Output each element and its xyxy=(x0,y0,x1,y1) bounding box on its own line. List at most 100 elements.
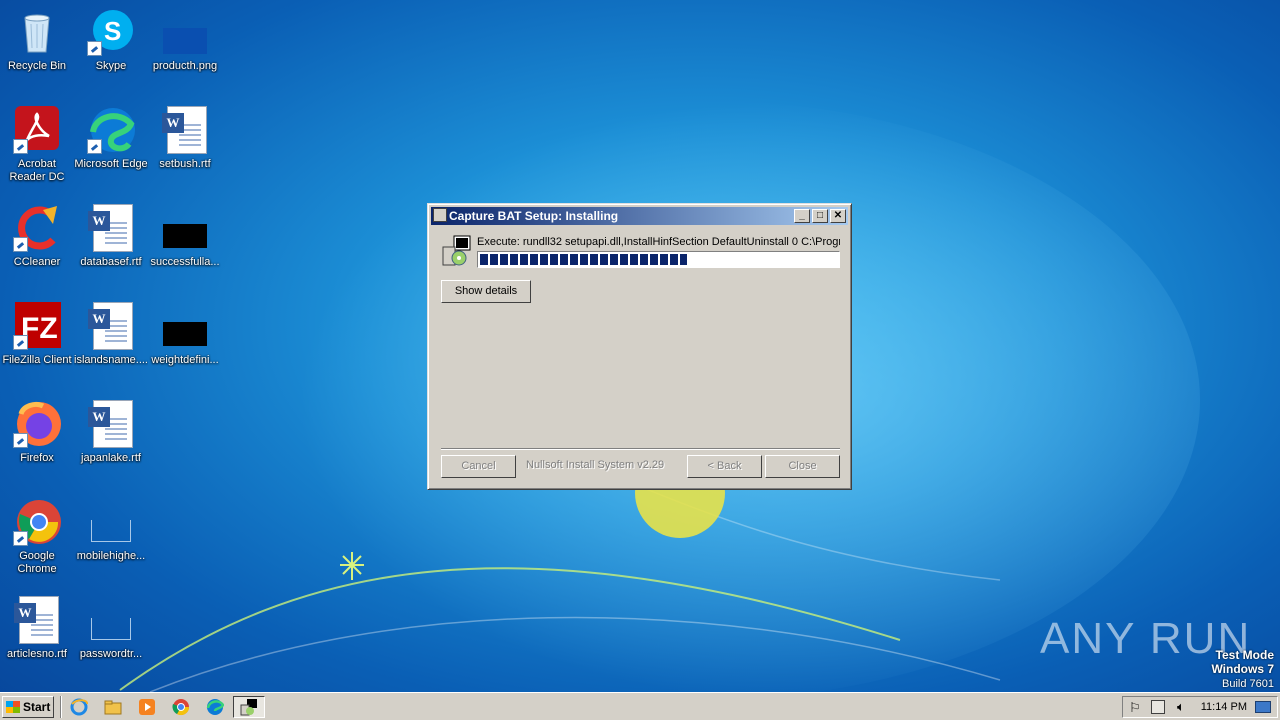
word-document-icon: W xyxy=(161,106,209,154)
desktop-icon-acrobat[interactable]: Acrobat Reader DC xyxy=(0,106,74,184)
os-name-label: Windows 7 xyxy=(1211,662,1274,676)
desktop-icon-passwordtr[interactable]: passwordtr... xyxy=(74,596,148,661)
minimize-button[interactable]: _ xyxy=(794,209,810,223)
word-document-icon: W xyxy=(87,400,135,448)
desktop-icon-ccleaner[interactable]: CCleaner xyxy=(0,204,74,269)
nsis-branding: Nullsoft Install System v2.29 xyxy=(526,459,665,471)
desktop-icon-japanlake[interactable]: W japanlake.rtf xyxy=(74,400,148,465)
desktop-icon-databasef[interactable]: W databasef.rtf xyxy=(74,204,148,269)
network-icon[interactable] xyxy=(1151,700,1165,714)
desktop-icon-weightdefini[interactable]: weightdefini... xyxy=(148,302,222,367)
volume-icon[interactable]: 🔈︎ xyxy=(1177,699,1185,715)
desktop-icon-recycle-bin[interactable]: Recycle Bin xyxy=(0,8,74,73)
word-document-icon: W xyxy=(87,204,135,252)
chrome-taskbar-icon[interactable] xyxy=(172,698,190,716)
icon-label: islandsname.... xyxy=(74,354,148,366)
anyrun-watermark: ANY RUN xyxy=(1040,610,1249,668)
icon-label: Firefox xyxy=(20,452,54,464)
blank-file-icon xyxy=(87,596,135,644)
desktop-icon-mobilehighe[interactable]: mobilehighe... xyxy=(74,498,148,563)
shortcut-arrow-icon xyxy=(87,41,102,56)
recycle-bin-icon xyxy=(13,8,61,56)
icon-label: mobilehighe... xyxy=(76,550,146,562)
installer-icon xyxy=(442,235,472,267)
dialog-titlebar[interactable]: Capture BAT Setup: Installing _ □ ✕ xyxy=(431,207,848,225)
installer-dialog: Capture BAT Setup: Installing _ □ ✕ Exec… xyxy=(427,203,852,490)
acrobat-reader-icon xyxy=(13,106,61,154)
icon-label: Google Chrome xyxy=(17,550,57,575)
ie-icon[interactable] xyxy=(70,698,88,716)
desktop-icon-skype[interactable]: S Skype xyxy=(74,8,148,73)
progress-fill xyxy=(480,254,687,265)
shortcut-arrow-icon xyxy=(13,531,28,546)
blank-file-icon xyxy=(87,498,135,546)
show-details-button[interactable]: Show details xyxy=(441,280,531,303)
firefox-icon xyxy=(13,400,61,448)
edge-taskbar-icon[interactable] xyxy=(206,698,225,716)
word-document-icon: W xyxy=(13,596,61,644)
icon-label: Recycle Bin xyxy=(7,60,67,72)
desktop-icon-successfulla[interactable]: successfulla... xyxy=(148,204,222,269)
build-label: Build 7601 xyxy=(1222,678,1274,690)
icon-label: FileZilla Client xyxy=(2,354,72,366)
desktop-icon-islandsname[interactable]: W islandsname.... xyxy=(74,302,148,367)
icon-label: Microsoft Edge xyxy=(74,158,148,170)
icon-label: japanlake.rtf xyxy=(81,452,141,464)
start-button[interactable]: Start xyxy=(2,696,54,718)
image-file-icon xyxy=(161,8,209,56)
footer-separator xyxy=(441,448,840,450)
icon-label: databasef.rtf xyxy=(80,256,142,268)
dialog-title: Capture BAT Setup: Installing xyxy=(449,209,619,223)
ccleaner-icon xyxy=(13,204,61,252)
install-status-text: Execute: rundll32 setupapi.dll,InstallHi… xyxy=(477,236,840,248)
desktop-icon-filezilla[interactable]: FZ FileZilla Client xyxy=(0,302,74,367)
file-explorer-icon[interactable] xyxy=(104,698,122,716)
icon-label: weightdefini... xyxy=(151,354,219,366)
icon-label: CCleaner xyxy=(13,256,61,268)
installer-app-icon xyxy=(433,208,447,222)
start-label: Start xyxy=(23,700,51,714)
maximize-button[interactable]: □ xyxy=(812,209,828,223)
icon-label: Skype xyxy=(95,60,127,72)
close-button[interactable]: Close xyxy=(765,455,840,478)
image-file-icon xyxy=(161,302,209,350)
icon-label: passwordtr... xyxy=(79,648,143,660)
clock[interactable]: 11:14 PM xyxy=(1201,697,1247,717)
icon-label: producth.png xyxy=(152,60,218,72)
taskbar-installer-button[interactable] xyxy=(233,696,265,718)
desktop-icon-chrome[interactable]: Google Chrome xyxy=(0,498,74,576)
icon-label: articlesno.rtf xyxy=(7,648,67,660)
cancel-button[interactable]: Cancel xyxy=(441,455,516,478)
system-tray: ⚐ 🔈︎ 11:14 PM xyxy=(1122,696,1278,718)
skype-icon: S xyxy=(87,8,135,56)
show-desktop-icon[interactable] xyxy=(1255,701,1271,713)
desktop-icon-firefox[interactable]: Firefox xyxy=(0,400,74,465)
close-window-button[interactable]: ✕ xyxy=(830,209,846,223)
edge-icon xyxy=(87,106,135,154)
windows-logo-icon xyxy=(6,701,20,713)
install-progress-bar xyxy=(477,251,840,268)
image-file-icon xyxy=(161,204,209,252)
icon-label: Acrobat Reader DC xyxy=(9,158,65,183)
test-mode-label: Test Mode xyxy=(1215,648,1274,662)
taskbar-separator xyxy=(60,696,62,718)
shortcut-arrow-icon xyxy=(87,139,102,154)
shortcut-arrow-icon xyxy=(13,433,28,448)
taskbar: Start ⚐ 🔈︎ 11:14 PM xyxy=(0,692,1280,720)
installer-taskbar-icon xyxy=(240,699,257,716)
desktop-icon-edge[interactable]: Microsoft Edge xyxy=(74,106,148,171)
svg-text:S: S xyxy=(104,16,121,46)
filezilla-icon: FZ xyxy=(13,302,61,350)
desktop-icon-producth[interactable]: producth.png xyxy=(148,8,222,73)
desktop-icon-setbush[interactable]: W setbush.rtf xyxy=(148,106,222,171)
icon-label: successfulla... xyxy=(150,256,220,268)
word-document-icon: W xyxy=(87,302,135,350)
back-button[interactable]: < Back xyxy=(687,455,762,478)
icon-label: setbush.rtf xyxy=(159,158,211,170)
action-center-flag-icon[interactable]: ⚐ xyxy=(1129,700,1141,716)
media-player-icon[interactable] xyxy=(138,698,156,716)
chrome-icon xyxy=(13,498,61,546)
desktop-icon-articlesno[interactable]: W articlesno.rtf xyxy=(0,596,74,661)
shortcut-arrow-icon xyxy=(13,237,28,252)
shortcut-arrow-icon xyxy=(13,335,28,350)
